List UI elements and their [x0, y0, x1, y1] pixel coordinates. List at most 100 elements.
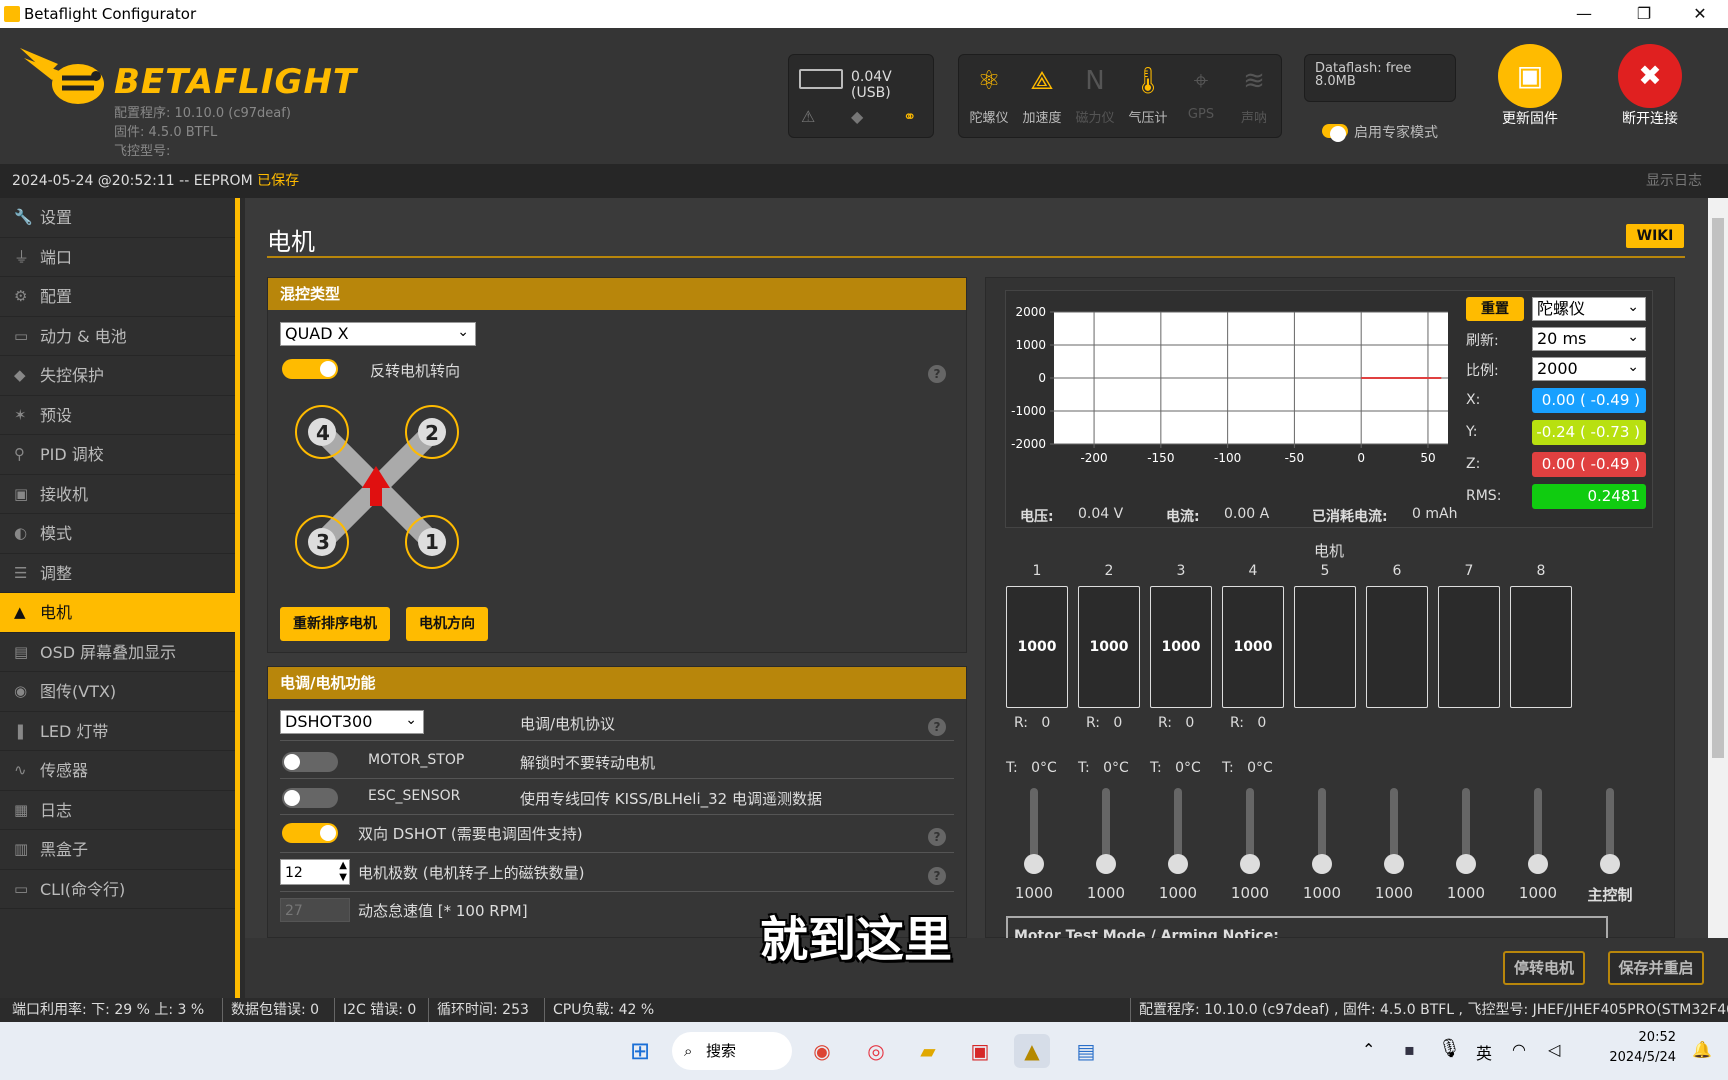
scrollbar-thumb[interactable]: [1712, 218, 1724, 758]
notepad-icon[interactable]: ▤: [1068, 1034, 1104, 1068]
tray-chevron-icon[interactable]: ⌃: [1362, 1040, 1375, 1059]
motor-slider-track[interactable]: [1246, 788, 1254, 860]
motor-slider-knob[interactable]: [1024, 854, 1044, 874]
dynamic-idle-input[interactable]: 27: [280, 898, 350, 922]
motor-slider-knob[interactable]: [1168, 854, 1188, 874]
motor-slider-knob[interactable]: [1384, 854, 1404, 874]
maximize-button[interactable]: ❐: [1624, 2, 1664, 26]
sidebar-item-0[interactable]: 🔧 设置: [0, 198, 235, 238]
reverse-motor-toggle[interactable]: [282, 359, 338, 379]
microphone-icon[interactable]: 🎙: [1438, 1038, 1461, 1059]
sidebar-item-13[interactable]: ❚ LED 灯带: [0, 712, 235, 751]
esc-protocol-select[interactable]: DSHOT300: [280, 709, 424, 734]
motor-number: 4: [1248, 563, 1258, 579]
motor-slider-knob[interactable]: [1312, 854, 1332, 874]
refresh-select[interactable]: 20 ms: [1532, 326, 1646, 351]
motor-slider-track[interactable]: [1174, 788, 1182, 860]
sidebar-item-6[interactable]: ⚲ PID 调校: [0, 435, 235, 475]
sidebar-item-10[interactable]: ▲ 电机: [0, 593, 235, 633]
sidebar-item-15[interactable]: ▦ 日志: [0, 791, 235, 830]
graph-source-select[interactable]: 陀螺仪: [1532, 296, 1646, 321]
osd-icon: ▤: [14, 642, 29, 661]
sidebar-item-3[interactable]: ▭ 动力 & 电池: [0, 317, 235, 356]
motor-slider-knob[interactable]: [1528, 854, 1548, 874]
motor-slider-track[interactable]: [1030, 788, 1038, 860]
help-icon[interactable]: ?: [928, 718, 946, 736]
sidebar-item-9[interactable]: ☰ 调整: [0, 554, 235, 593]
update-firmware-button[interactable]: ▣: [1498, 44, 1562, 108]
status-line: 2024-05-24 @20:52:11 -- EEPROM 已保存 显示日志: [0, 164, 1728, 198]
spinner-arrows-icon[interactable]: ▲ ▼: [339, 860, 347, 884]
motor-poles-label: 电机极数 (电机转子上的磁铁数量): [358, 864, 585, 882]
mixer-type-select[interactable]: QUAD X: [280, 321, 476, 346]
sidebar-item-17[interactable]: ▭ CLI(命令行): [0, 870, 235, 909]
x-value: 0.00 ( -0.49 ): [1532, 388, 1646, 413]
sidebar-item-14[interactable]: ∿ 传感器: [0, 751, 235, 791]
y-tick-label: 1000: [1015, 338, 1046, 352]
chrome-icon[interactable]: ◉: [804, 1034, 840, 1068]
motor-slider-knob[interactable]: [1096, 854, 1116, 874]
esc-sensor-toggle[interactable]: [282, 788, 338, 808]
esc-sensor-desc: 使用专线回传 KISS/BLHeli_32 电调遥测数据: [520, 790, 822, 808]
betaflight-taskbar-icon[interactable]: ▲: [1014, 1034, 1050, 1068]
motor-slider-knob[interactable]: [1600, 854, 1620, 874]
motor-slider-track[interactable]: [1606, 788, 1614, 860]
scale-label: 比例:: [1466, 363, 1499, 379]
notification-icon[interactable]: 🔔: [1692, 1040, 1712, 1059]
plug-icon: ⏚: [14, 247, 30, 266]
help-icon[interactable]: ?: [928, 365, 946, 383]
file-explorer-icon[interactable]: ▰: [910, 1034, 946, 1068]
reorder-motors-button[interactable]: 重新排序电机: [280, 607, 390, 641]
sidebar-item-1[interactable]: ⏚ 端口: [0, 238, 235, 277]
sidebar-item-2[interactable]: ⚙ 配置: [0, 277, 235, 317]
sidebar-item-8[interactable]: ◐ 模式: [0, 514, 235, 554]
motor-stop-toggle[interactable]: [282, 752, 338, 772]
y-axis-label: Y:: [1466, 424, 1478, 440]
scrollbar[interactable]: [1708, 198, 1728, 938]
sidebar-item-7[interactable]: ▣ 接收机: [0, 475, 235, 514]
motor-slider-knob[interactable]: [1456, 854, 1476, 874]
windows-start-icon[interactable]: ⊞: [622, 1034, 658, 1068]
clock-time[interactable]: 20:52: [1616, 1030, 1676, 1045]
failsafe-icon: ◆: [851, 107, 864, 126]
disconnect-button[interactable]: ✖: [1618, 44, 1682, 108]
sidebar-item-12[interactable]: ◉ 图传(VTX): [0, 672, 235, 712]
motor-poles-input[interactable]: 12 ▲ ▼: [280, 859, 350, 885]
close-button[interactable]: ✕: [1680, 2, 1720, 26]
wiki-button[interactable]: WIKI: [1626, 224, 1684, 248]
motor-slider-track[interactable]: [1462, 788, 1470, 860]
taskbar-search[interactable]: ⌕ 搜索: [672, 1032, 792, 1070]
sidebar-item-4[interactable]: ◆ 失控保护: [0, 356, 235, 396]
stop-motors-button[interactable]: 停转电机: [1503, 951, 1585, 985]
scale-select[interactable]: 2000: [1532, 356, 1646, 381]
show-log-link[interactable]: 显示日志: [1646, 164, 1702, 198]
minimize-button[interactable]: —: [1564, 2, 1604, 26]
save-reboot-button[interactable]: 保存并重启: [1608, 951, 1704, 985]
brand-name: BETAFLIGHT: [114, 62, 358, 102]
gyro-icon: ⚛: [977, 66, 1001, 96]
motor-direction-button[interactable]: 电机方向: [406, 607, 488, 641]
motor-slider-knob[interactable]: [1240, 854, 1260, 874]
sidebar-item-11[interactable]: ▤ OSD 屏幕叠加显示: [0, 633, 235, 672]
clock-date[interactable]: 2024/5/24: [1592, 1050, 1676, 1065]
tray-app-icon[interactable]: ▪: [1404, 1040, 1415, 1059]
taskbar-search-label: 搜索: [706, 1042, 737, 1060]
store-icon[interactable]: ▣: [962, 1034, 998, 1068]
graph-reset-button[interactable]: 重置: [1466, 297, 1524, 321]
sensor-label: 气压计: [1128, 111, 1168, 126]
wifi-icon[interactable]: ◠: [1512, 1040, 1526, 1059]
help-icon[interactable]: ?: [928, 828, 946, 846]
help-icon[interactable]: ?: [928, 867, 946, 885]
music-app-icon[interactable]: ◎: [858, 1034, 894, 1068]
motor-slider-track[interactable]: [1390, 788, 1398, 860]
input-language[interactable]: 英: [1476, 1040, 1492, 1064]
volume-icon[interactable]: ◁: [1548, 1040, 1560, 1059]
sidebar-item-16[interactable]: ▥ 黑盒子: [0, 830, 235, 870]
footer-version: 配置程序: 10.10.0 (c97deaf) , 固件: 4.5.0 BTFL…: [1130, 998, 1728, 1022]
motor-slider-track[interactable]: [1102, 788, 1110, 860]
bidir-dshot-toggle[interactable]: [282, 823, 338, 843]
motor-slider-track[interactable]: [1318, 788, 1326, 860]
expert-mode-toggle[interactable]: [1322, 124, 1348, 142]
sidebar-item-5[interactable]: ✶ 预设: [0, 396, 235, 435]
motor-slider-track[interactable]: [1534, 788, 1542, 860]
